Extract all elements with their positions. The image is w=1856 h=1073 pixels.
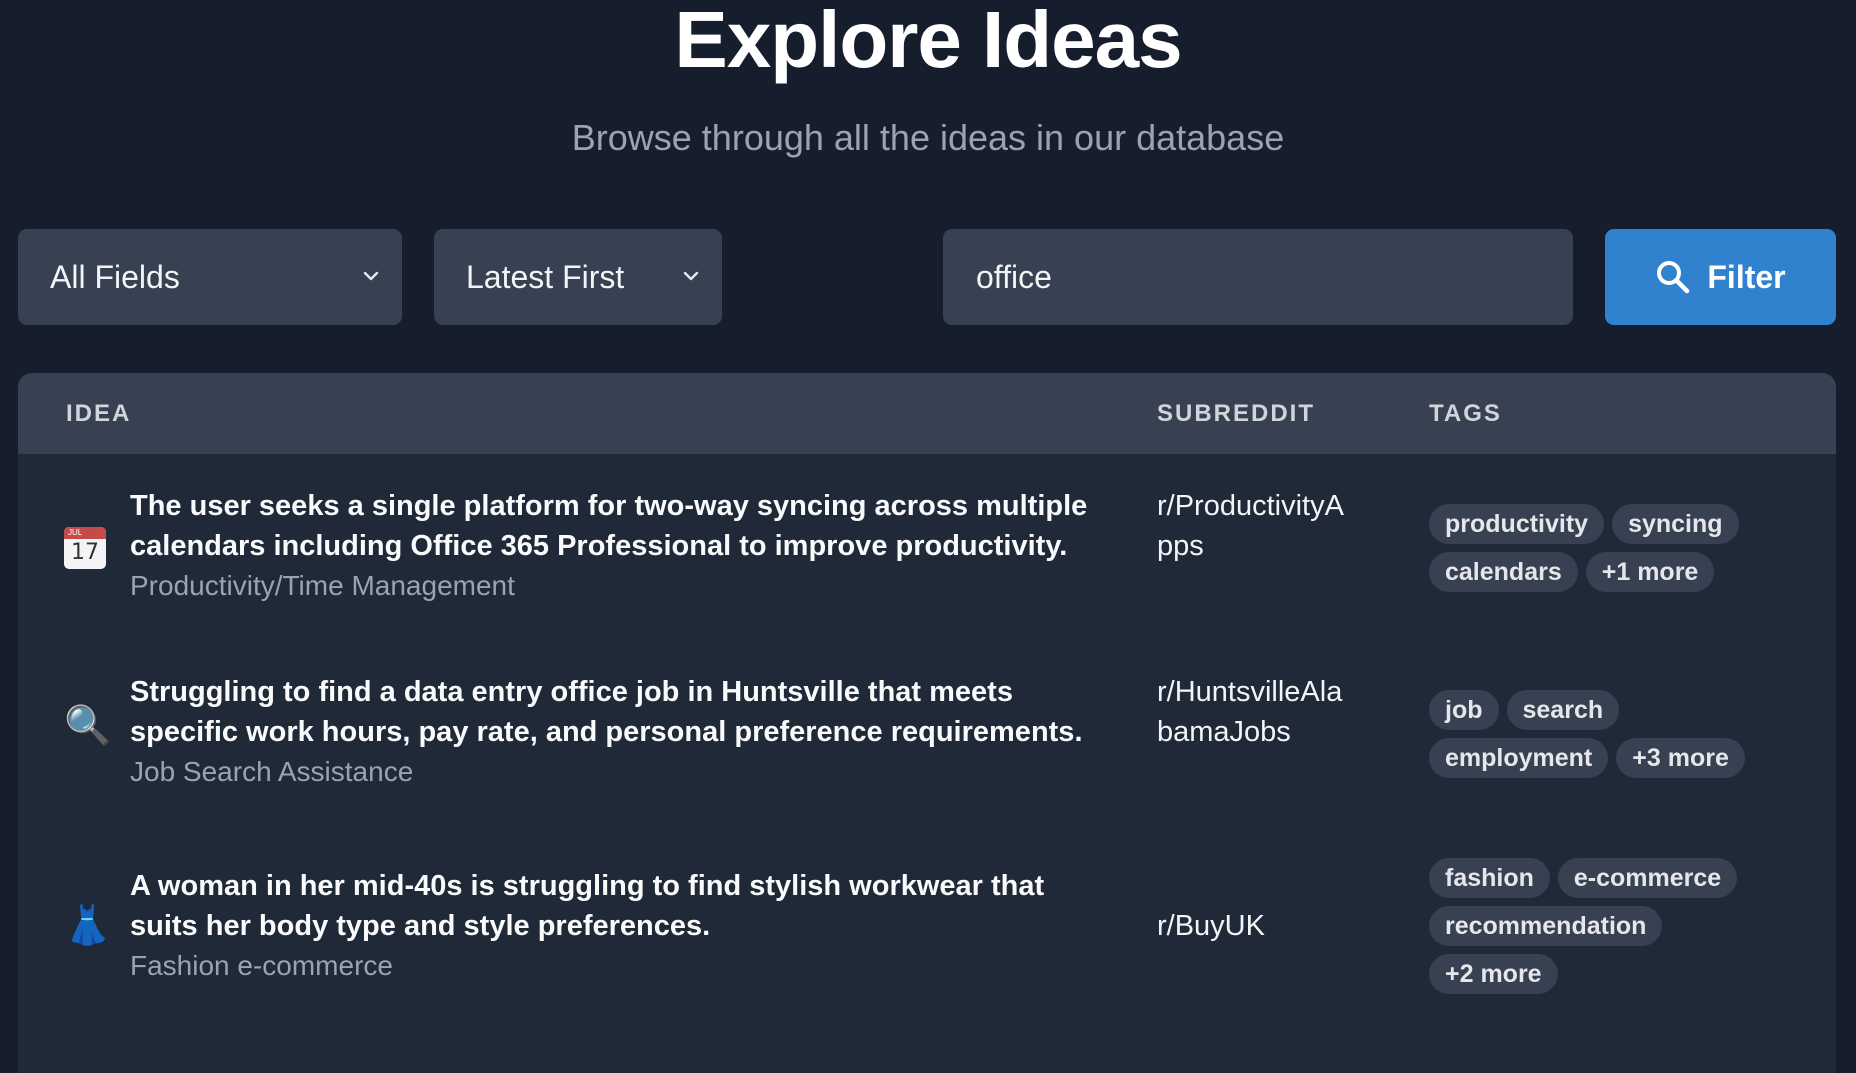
tag-badge[interactable]: e-commerce bbox=[1557, 858, 1738, 898]
page-subtitle: Browse through all the ideas in our data… bbox=[571, 117, 1285, 158]
subreddit-link[interactable]: r/BuyUK bbox=[1157, 906, 1347, 946]
column-header-tags: TAGS bbox=[1429, 400, 1502, 427]
tag-badge[interactable]: employment bbox=[1429, 738, 1609, 778]
table-row[interactable]: 🔍 Struggling to find a data entry office… bbox=[18, 640, 1836, 826]
more-tags-badge[interactable]: +3 more bbox=[1616, 738, 1745, 778]
column-header-idea: IDEA bbox=[66, 400, 132, 427]
search-input-value: office bbox=[976, 258, 1052, 295]
search-input[interactable]: office bbox=[943, 229, 1573, 325]
table-row[interactable]: JUL 17 The user seeks a single platform … bbox=[18, 454, 1836, 640]
ideas-table: IDEA SUBREDDIT TAGS JUL 17 The user seek… bbox=[18, 373, 1836, 1073]
idea-title[interactable]: The user seeks a single platform for two… bbox=[130, 486, 1090, 566]
table-row[interactable]: 👗 A woman in her mid-40s is struggling t… bbox=[18, 826, 1836, 1046]
tag-list: productivity syncing calendars +1 more bbox=[1429, 504, 1769, 592]
tag-badge[interactable]: calendars bbox=[1429, 552, 1578, 592]
field-select-value: All Fields bbox=[50, 258, 180, 295]
tag-badge[interactable]: search bbox=[1506, 690, 1620, 730]
tag-badge[interactable]: job bbox=[1429, 690, 1499, 730]
chevron-down-icon bbox=[683, 271, 699, 281]
dress-icon: 👗 bbox=[64, 905, 112, 947]
chevron-down-icon bbox=[363, 271, 379, 281]
filter-button-label: Filter bbox=[1707, 258, 1786, 295]
tag-list: fashion e-commerce recommendation +2 mor… bbox=[1429, 858, 1759, 994]
idea-category: Productivity/Time Management bbox=[130, 570, 515, 601]
calendar-icon: JUL 17 bbox=[64, 527, 106, 569]
table-header: IDEA SUBREDDIT TAGS bbox=[18, 373, 1836, 454]
tag-list: job search employment +3 more bbox=[1429, 690, 1769, 778]
more-tags-badge[interactable]: +1 more bbox=[1585, 552, 1715, 592]
magnifying-glass-icon: 🔍 bbox=[64, 705, 112, 747]
idea-category: Job Search Assistance bbox=[130, 756, 414, 787]
idea-title[interactable]: Struggling to find a data entry office j… bbox=[130, 672, 1090, 752]
tag-badge[interactable]: recommendation bbox=[1429, 906, 1663, 946]
filter-button[interactable]: Filter bbox=[1605, 229, 1836, 325]
more-tags-badge[interactable]: +2 more bbox=[1429, 954, 1558, 994]
tag-badge[interactable]: fashion bbox=[1429, 858, 1550, 898]
idea-category: Fashion e-commerce bbox=[130, 950, 393, 981]
tag-badge[interactable]: syncing bbox=[1612, 504, 1739, 544]
idea-title[interactable]: A woman in her mid-40s is struggling to … bbox=[130, 866, 1090, 946]
subreddit-link[interactable]: r/ProductivityApps bbox=[1157, 486, 1347, 566]
field-select[interactable]: All Fields bbox=[18, 229, 402, 325]
tag-badge[interactable]: productivity bbox=[1429, 504, 1605, 544]
search-icon bbox=[1657, 261, 1690, 294]
column-header-subreddit: SUBREDDIT bbox=[1157, 400, 1316, 427]
sort-select[interactable]: Latest First bbox=[434, 229, 722, 325]
subreddit-link[interactable]: r/HuntsvilleAlabamaJobs bbox=[1157, 672, 1347, 752]
sort-select-value: Latest First bbox=[466, 258, 625, 295]
page-title: Explore Ideas bbox=[674, 0, 1182, 84]
